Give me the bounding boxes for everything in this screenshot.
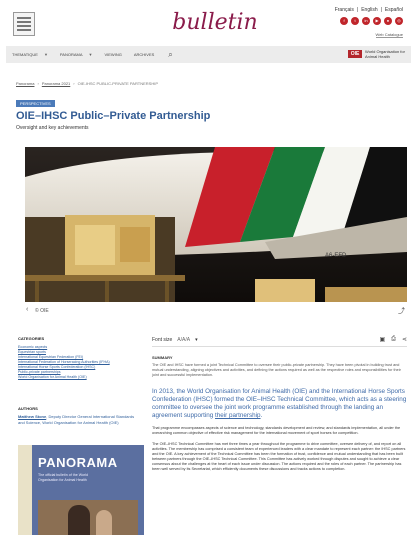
nav-label: VIEWING <box>104 52 122 57</box>
hero-image: A6-EFD <box>25 147 407 302</box>
share-icon[interactable]: ⤴ <box>398 306 405 316</box>
nav-panorama[interactable]: PANORAMA ▼ <box>54 46 99 63</box>
nav-label: THEMATIQUE <box>12 52 38 57</box>
panorama-cover[interactable]: PANORAMA The official bulletin of the Wo… <box>18 445 144 535</box>
article-tag[interactable]: PERSPECTIVES <box>16 100 55 107</box>
authors-box: AUTHORS Matthew Stone, Deputy Director G… <box>18 406 138 425</box>
breadcrumb: Panorama › Panorama 2021 › OIE-IHSC PUBLIC… <box>16 81 159 86</box>
cover-photo <box>38 500 138 535</box>
category-list: Economic aspects Equestrian sports Inter… <box>18 345 138 380</box>
social-links: f t in ▶ ● ◎ <box>340 17 403 25</box>
categories-title: CATEGORIES <box>18 336 45 341</box>
authors-title: AUTHORS <box>18 406 38 411</box>
lead-text: In 2013, the World Organisation for Anim… <box>152 388 407 419</box>
youtube-icon[interactable]: ▶ <box>373 17 381 25</box>
site-header: bulletin Français | English | Español f t … <box>0 0 417 44</box>
author-name-link[interactable]: Matthew Stone <box>18 414 46 419</box>
page-subtitle: Oversight and key achievements <box>16 125 89 131</box>
summary-text: The OIE and IHSC have formed a joint Tec… <box>152 363 401 377</box>
instagram-icon[interactable]: ◎ <box>395 17 403 25</box>
font-size-select[interactable]: A/A/A <box>177 337 190 343</box>
chevron-down-icon: ▼ <box>88 52 93 57</box>
cover-issue: The official bulletin of the World Organ… <box>38 473 89 482</box>
hero-caption: © OIE <box>35 308 49 314</box>
flickr-icon[interactable]: ● <box>384 17 392 25</box>
facebook-icon[interactable]: f <box>340 17 348 25</box>
chevron-left-icon[interactable]: ‹ <box>26 306 28 313</box>
cover-title: PANORAMA <box>38 455 118 470</box>
nav-viewing[interactable]: VIEWING <box>98 46 127 63</box>
article-toolbar: Font size A/A/A ▾ ▣ ⎙ ⋖ <box>152 333 407 347</box>
linkedin-icon[interactable]: in <box>362 17 370 25</box>
breadcrumb-current: OIE-IHSC PUBLIC-PRIVATE PARTNERSHIP <box>77 81 159 86</box>
nav-label: PANORAMA <box>59 52 83 57</box>
nav-label: ARCHIVES <box>133 52 155 57</box>
pdf-icon[interactable]: ▣ <box>379 336 385 343</box>
nav-thematique[interactable]: THEMATIQUE ▼ <box>6 46 54 63</box>
hero-caption-bar: ‹ © OIE ⤴ <box>25 305 407 317</box>
lead-paragraph: In 2013, the World Organisation for Anim… <box>152 388 407 419</box>
cover-spine <box>18 445 32 535</box>
author-entry: Matthew Stone, Deputy Director General I… <box>18 414 135 425</box>
org-mark: OIE <box>348 50 362 58</box>
lang-fr[interactable]: Français <box>335 7 354 13</box>
aircraft-registration: A6-EFD <box>325 253 347 259</box>
org-logo[interactable]: OIE World Organisation for Animal Health <box>348 49 405 59</box>
lang-es[interactable]: Español <box>385 7 403 13</box>
category-link[interactable]: World Organisation for Animal Health (OI… <box>18 375 138 380</box>
login-link[interactable]: Web Catalogue <box>375 32 403 38</box>
chevron-down-icon: ▼ <box>43 52 48 57</box>
categories-box: CATEGORIES Economic aspects Equestrian s… <box>18 336 138 380</box>
nav-archives[interactable]: ARCHIVES <box>128 46 160 63</box>
lead-link[interactable]: their partnership <box>215 412 261 419</box>
article-body: Font size A/A/A ▾ ▣ ⎙ ⋖ SUMMARY The OIE … <box>152 333 407 472</box>
print-icon[interactable]: ⎙ <box>391 336 396 343</box>
menu-icon[interactable] <box>13 12 35 36</box>
font-size-label: Font size <box>152 336 173 343</box>
org-text: World Organisation for Animal Health <box>365 49 405 59</box>
toolbar-icons: ▣ ⎙ ⋖ <box>379 336 407 343</box>
share-icon[interactable]: ⋖ <box>402 336 407 343</box>
breadcrumb-link[interactable]: Panorama <box>16 81 34 86</box>
body-paragraph: The OIE–IHSC Technical Committee has met… <box>152 442 406 471</box>
main-nav: THEMATIQUE ▼ PANORAMA ▼ VIEWING ARCHIVES ⌕… <box>6 46 411 63</box>
lang-en[interactable]: English <box>361 7 377 13</box>
twitter-icon[interactable]: t <box>351 17 359 25</box>
body-paragraph: That programme encompasses aspects of sc… <box>152 426 401 435</box>
summary-label: SUMMARY <box>152 355 173 360</box>
page-title: OIE–IHSC Public–Private Partnership <box>16 110 211 122</box>
language-switcher: Français | English | Español <box>334 7 403 13</box>
breadcrumb-link[interactable]: Panorama 2021 <box>42 81 70 86</box>
site-brand[interactable]: bulletin <box>170 10 260 35</box>
search-icon[interactable]: ⌕ <box>168 50 172 60</box>
chevron-down-icon: ▾ <box>195 336 198 343</box>
